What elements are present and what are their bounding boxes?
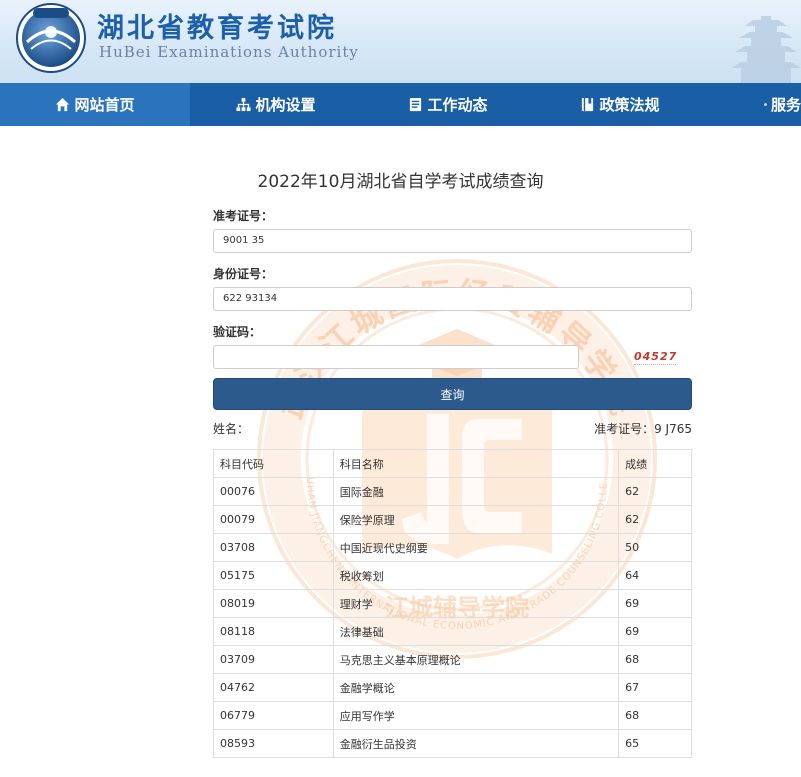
subject-score: 50 [618, 533, 692, 562]
table-header-row: 科目代码 科目名称 成绩 [213, 449, 692, 478]
main-navigation: 网站首页 机构设置 工作动态 政策法规 服务 [0, 83, 801, 126]
result-name: 姓名： [213, 420, 249, 437]
document-icon [410, 97, 422, 112]
subject-score: 69 [618, 617, 692, 646]
page-title: 2022年10月湖北省自学考试成绩查询 [257, 172, 544, 192]
subject-name: 理财学 [332, 589, 620, 618]
table-row: 08118 法律基础 69 [213, 617, 692, 646]
nav-item-label: 机构设置 [255, 96, 316, 114]
captcha-row: 04527 [213, 345, 692, 369]
nav-item-policies[interactable]: 政策法规 [534, 83, 706, 126]
subject-code: 03709 [213, 645, 334, 674]
table-row: 06779 应用写作学 68 [213, 701, 692, 730]
captcha-label: 验证码： [213, 325, 262, 339]
subject-name: 金融衍生品投资 [332, 729, 620, 758]
score-query-form: 准考证号： 9001 35 身份证号： 622 93134 验证码： 04527… [213, 208, 692, 410]
id-no-input[interactable]: 622 93134 [213, 287, 692, 311]
column-header-name: 科目名称 [332, 449, 620, 478]
nav-item-work-news[interactable]: 工作动态 [362, 83, 534, 126]
table-row: 00079 保险学原理 62 [213, 505, 692, 534]
exam-authority-logo-icon[interactable] [15, 2, 87, 74]
nav-item-label: 网站首页 [74, 96, 135, 114]
subject-code: 06779 [213, 701, 334, 730]
nav-item-label: 政策法规 [599, 96, 660, 114]
subject-code: 08019 [213, 589, 334, 618]
subject-name: 税收筹划 [332, 561, 620, 590]
table-row: 08593 金融衍生品投资 65 [213, 729, 692, 758]
exam-no-label: 准考证号： [213, 209, 274, 223]
nav-item-home[interactable]: 网站首页 [0, 83, 190, 126]
table-row: 03708 中国近现代史纲要 50 [213, 533, 692, 562]
subject-name: 金融学概论 [332, 673, 620, 702]
subject-code: 08593 [213, 729, 334, 758]
score-table: 科目代码 科目名称 成绩 00076 国际金融 62 00079 保险学原理 6… [213, 449, 692, 758]
home-icon [56, 97, 70, 112]
subject-name: 应用写作学 [332, 701, 620, 730]
result-info-row: 姓名： 准考证号：9 J765 [213, 420, 692, 436]
site-subtitle: HuBei Examinations Authority [99, 43, 359, 61]
subject-name: 国际金融 [332, 477, 620, 506]
table-row: 05175 税收筹划 64 [213, 561, 692, 590]
nav-item-services[interactable]: 服务 [706, 83, 801, 126]
subject-name: 法律基础 [332, 617, 620, 646]
pagoda-icon [731, 16, 801, 83]
site-header: 湖北省教育考试院 HuBei Examinations Authority [0, 0, 801, 83]
subject-score: 62 [618, 477, 692, 506]
main-content: 武汉江城国际经贸辅导学院 WUHAN JIANGCHENG INTERNATIO… [0, 126, 801, 777]
book-icon [582, 97, 594, 112]
table-row: 00076 国际金融 62 [213, 477, 692, 506]
subject-score: 62 [618, 505, 692, 534]
subject-code: 00079 [213, 505, 334, 534]
subject-code: 03708 [213, 533, 334, 562]
subject-code: 05175 [213, 561, 334, 590]
subject-name: 保险学原理 [332, 505, 620, 534]
org-chart-icon [236, 97, 252, 112]
subject-code: 04762 [213, 673, 334, 702]
name-label: 姓名： [213, 422, 250, 436]
compass-icon [764, 103, 767, 106]
captcha-input[interactable] [213, 345, 579, 369]
result-exam-no-value: 9 J765 [654, 422, 692, 436]
subject-code: 00076 [213, 477, 334, 506]
table-row: 04762 金融学概论 67 [213, 673, 692, 702]
table-row: 03709 马克思主义基本原理概论 68 [213, 645, 692, 674]
subject-name: 中国近现代史纲要 [332, 533, 620, 562]
subject-score: 68 [618, 645, 692, 674]
subject-score: 64 [618, 561, 692, 590]
column-header-score: 成绩 [618, 449, 692, 478]
subject-score: 65 [618, 729, 692, 758]
nav-item-organization[interactable]: 机构设置 [190, 83, 362, 126]
result-exam-no: 准考证号：9 J765 [594, 420, 692, 437]
site-title: 湖北省教育考试院 [97, 13, 337, 44]
subject-score: 68 [618, 701, 692, 730]
subject-score: 67 [618, 673, 692, 702]
result-exam-no-label: 准考证号： [594, 422, 655, 436]
captcha-image[interactable]: 04527 [634, 349, 676, 365]
nav-item-label: 工作动态 [427, 96, 488, 114]
table-row: 08019 理财学 69 [213, 589, 692, 618]
subject-code: 08118 [213, 617, 334, 646]
subject-score: 69 [618, 589, 692, 618]
query-button[interactable]: 查询 [213, 378, 692, 410]
nav-item-label: 服务 [770, 96, 801, 114]
exam-no-input[interactable]: 9001 35 [213, 229, 692, 253]
id-no-label: 身份证号： [213, 267, 274, 281]
subject-name: 马克思主义基本原理概论 [332, 645, 620, 674]
column-header-code: 科目代码 [213, 449, 334, 478]
